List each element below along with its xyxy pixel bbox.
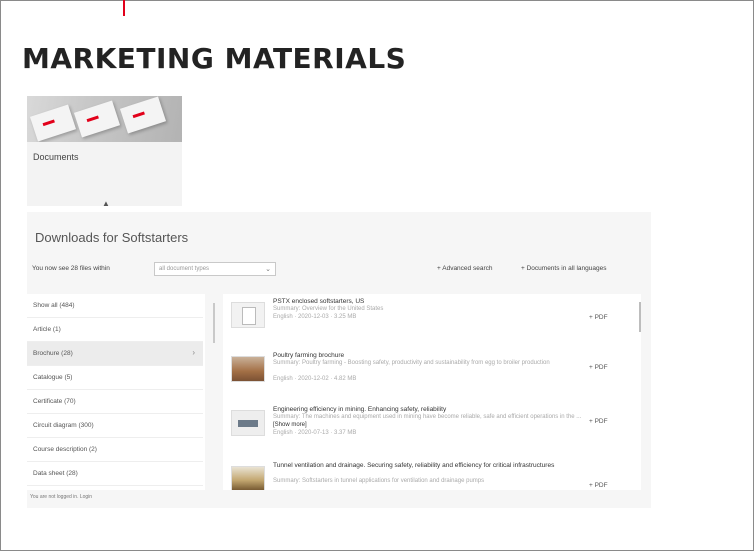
chevron-right-icon: › <box>192 348 195 357</box>
document-row[interactable]: Engineering efficiency in mining. Enhanc… <box>223 404 641 456</box>
document-summary: Summary: Overview for the United States <box>273 306 384 312</box>
category-item[interactable]: Course description (2) <box>27 438 203 462</box>
category-item[interactable]: Data sheet (28) <box>27 462 203 486</box>
document-page-thumbnail <box>231 302 265 328</box>
document-meta: English · 2020-12-03 · 3.25 MB <box>273 314 357 320</box>
accent-tick <box>123 0 125 16</box>
pdf-download-link[interactable]: + PDF <box>589 314 608 321</box>
document-summary: Summary: Softstarters in tunnel applicat… <box>273 478 485 484</box>
document-title[interactable]: Engineering efficiency in mining. Enhanc… <box>273 406 583 414</box>
brochure-stack-image <box>27 96 182 142</box>
documents-card[interactable]: Documents ▲ <box>27 96 182 208</box>
card-label: Documents <box>33 152 79 162</box>
document-title[interactable]: Poultry farming brochure <box>273 352 583 360</box>
document-summary: Summary: Poultry farming - Boosting safe… <box>273 360 550 366</box>
category-scrollbar[interactable] <box>213 303 215 343</box>
category-item[interactable]: Circuit diagram (300) <box>27 414 203 438</box>
document-meta: English · 2020-12-02 · 4.82 MB <box>273 376 357 382</box>
category-item[interactable]: Show all (484) <box>27 294 203 318</box>
document-row[interactable]: PSTX enclosed softstarters, US Summary: … <box>223 296 641 348</box>
login-note[interactable]: You are not logged in. Login <box>30 494 92 500</box>
pdf-download-link[interactable]: + PDF <box>589 418 608 425</box>
page-title: MARKETING MATERIALS <box>22 42 407 75</box>
all-languages-link[interactable]: + Documents in all languages <box>521 265 606 272</box>
document-title[interactable]: Tunnel ventilation and drainage. Securin… <box>273 462 583 470</box>
pdf-download-link[interactable]: + PDF <box>589 482 608 489</box>
show-more-link[interactable]: [Show more] <box>273 422 307 428</box>
category-item[interactable]: Article (1) <box>27 318 203 342</box>
document-summary: Summary: The machines and equipment used… <box>273 414 582 428</box>
document-list: PSTX enclosed softstarters, US Summary: … <box>223 294 641 490</box>
panel-title: Downloads for Softstarters <box>35 230 189 245</box>
document-type-select[interactable]: all document types ⌄ <box>154 262 276 276</box>
poultry-photo-thumbnail <box>231 356 265 382</box>
search-row: You now see 28 files within all document… <box>32 260 644 280</box>
mining-equipment-thumbnail <box>231 410 265 436</box>
caret-up-icon: ▲ <box>102 199 110 208</box>
pdf-download-link[interactable]: + PDF <box>589 364 608 371</box>
category-item[interactable]: Certificate (70) <box>27 390 203 414</box>
document-title[interactable]: PSTX enclosed softstarters, US <box>273 298 583 306</box>
downloads-panel: Downloads for Softstarters You now see 2… <box>27 212 651 508</box>
document-scrollbar[interactable] <box>639 302 641 332</box>
chevron-down-icon: ⌄ <box>265 266 271 273</box>
tunnel-photo-thumbnail <box>231 466 265 490</box>
category-list: Show all (484) Article (1) Brochure (28)… <box>27 294 205 490</box>
document-row[interactable]: Poultry farming brochure Summary: Poultr… <box>223 350 641 402</box>
search-prefix: You now see 28 files within <box>32 265 110 272</box>
select-value: all document types <box>159 266 210 272</box>
category-item[interactable]: Catalogue (5) <box>27 366 203 390</box>
advanced-search-link[interactable]: + Advanced search <box>437 265 492 272</box>
category-item-active[interactable]: Brochure (28) › <box>27 342 203 366</box>
document-row[interactable]: Tunnel ventilation and drainage. Securin… <box>223 460 641 490</box>
document-meta: English · 2020-07-13 · 3.37 MB <box>273 430 357 436</box>
